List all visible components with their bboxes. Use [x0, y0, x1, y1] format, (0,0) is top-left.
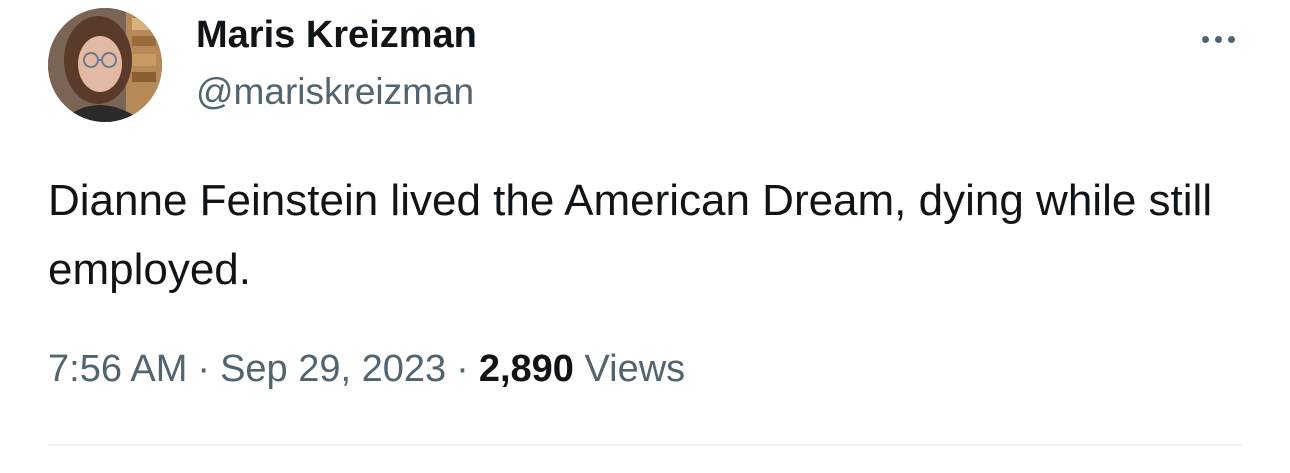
avatar-photo [48, 8, 162, 122]
meta-separator: · [197, 348, 211, 390]
views-label[interactable]: Views [584, 348, 685, 390]
tweet: Maris Kreizman @mariskreizman Dianne Fei… [0, 0, 1290, 473]
tweet-metadata: 7:56 AM · Sep 29, 2023 · 2,890 Views [48, 348, 685, 391]
views-count[interactable]: 2,890 [479, 348, 574, 390]
more-horizontal-icon [1201, 35, 1209, 43]
avatar[interactable] [48, 8, 162, 122]
meta-separator: · [456, 348, 469, 390]
tweet-text: Dianne Feinstein lived the American Drea… [48, 176, 1213, 294]
more-options-button[interactable] [1190, 22, 1246, 56]
more-horizontal-icon [1214, 35, 1222, 43]
author-handle[interactable]: @mariskreizman [196, 71, 474, 113]
more-horizontal-icon [1227, 35, 1235, 43]
divider [48, 444, 1242, 446]
tweet-time[interactable]: 7:56 AM [48, 348, 187, 390]
tweet-date[interactable]: Sep 29, 2023 [220, 348, 446, 390]
author-display-name[interactable]: Maris Kreizman [196, 14, 477, 57]
